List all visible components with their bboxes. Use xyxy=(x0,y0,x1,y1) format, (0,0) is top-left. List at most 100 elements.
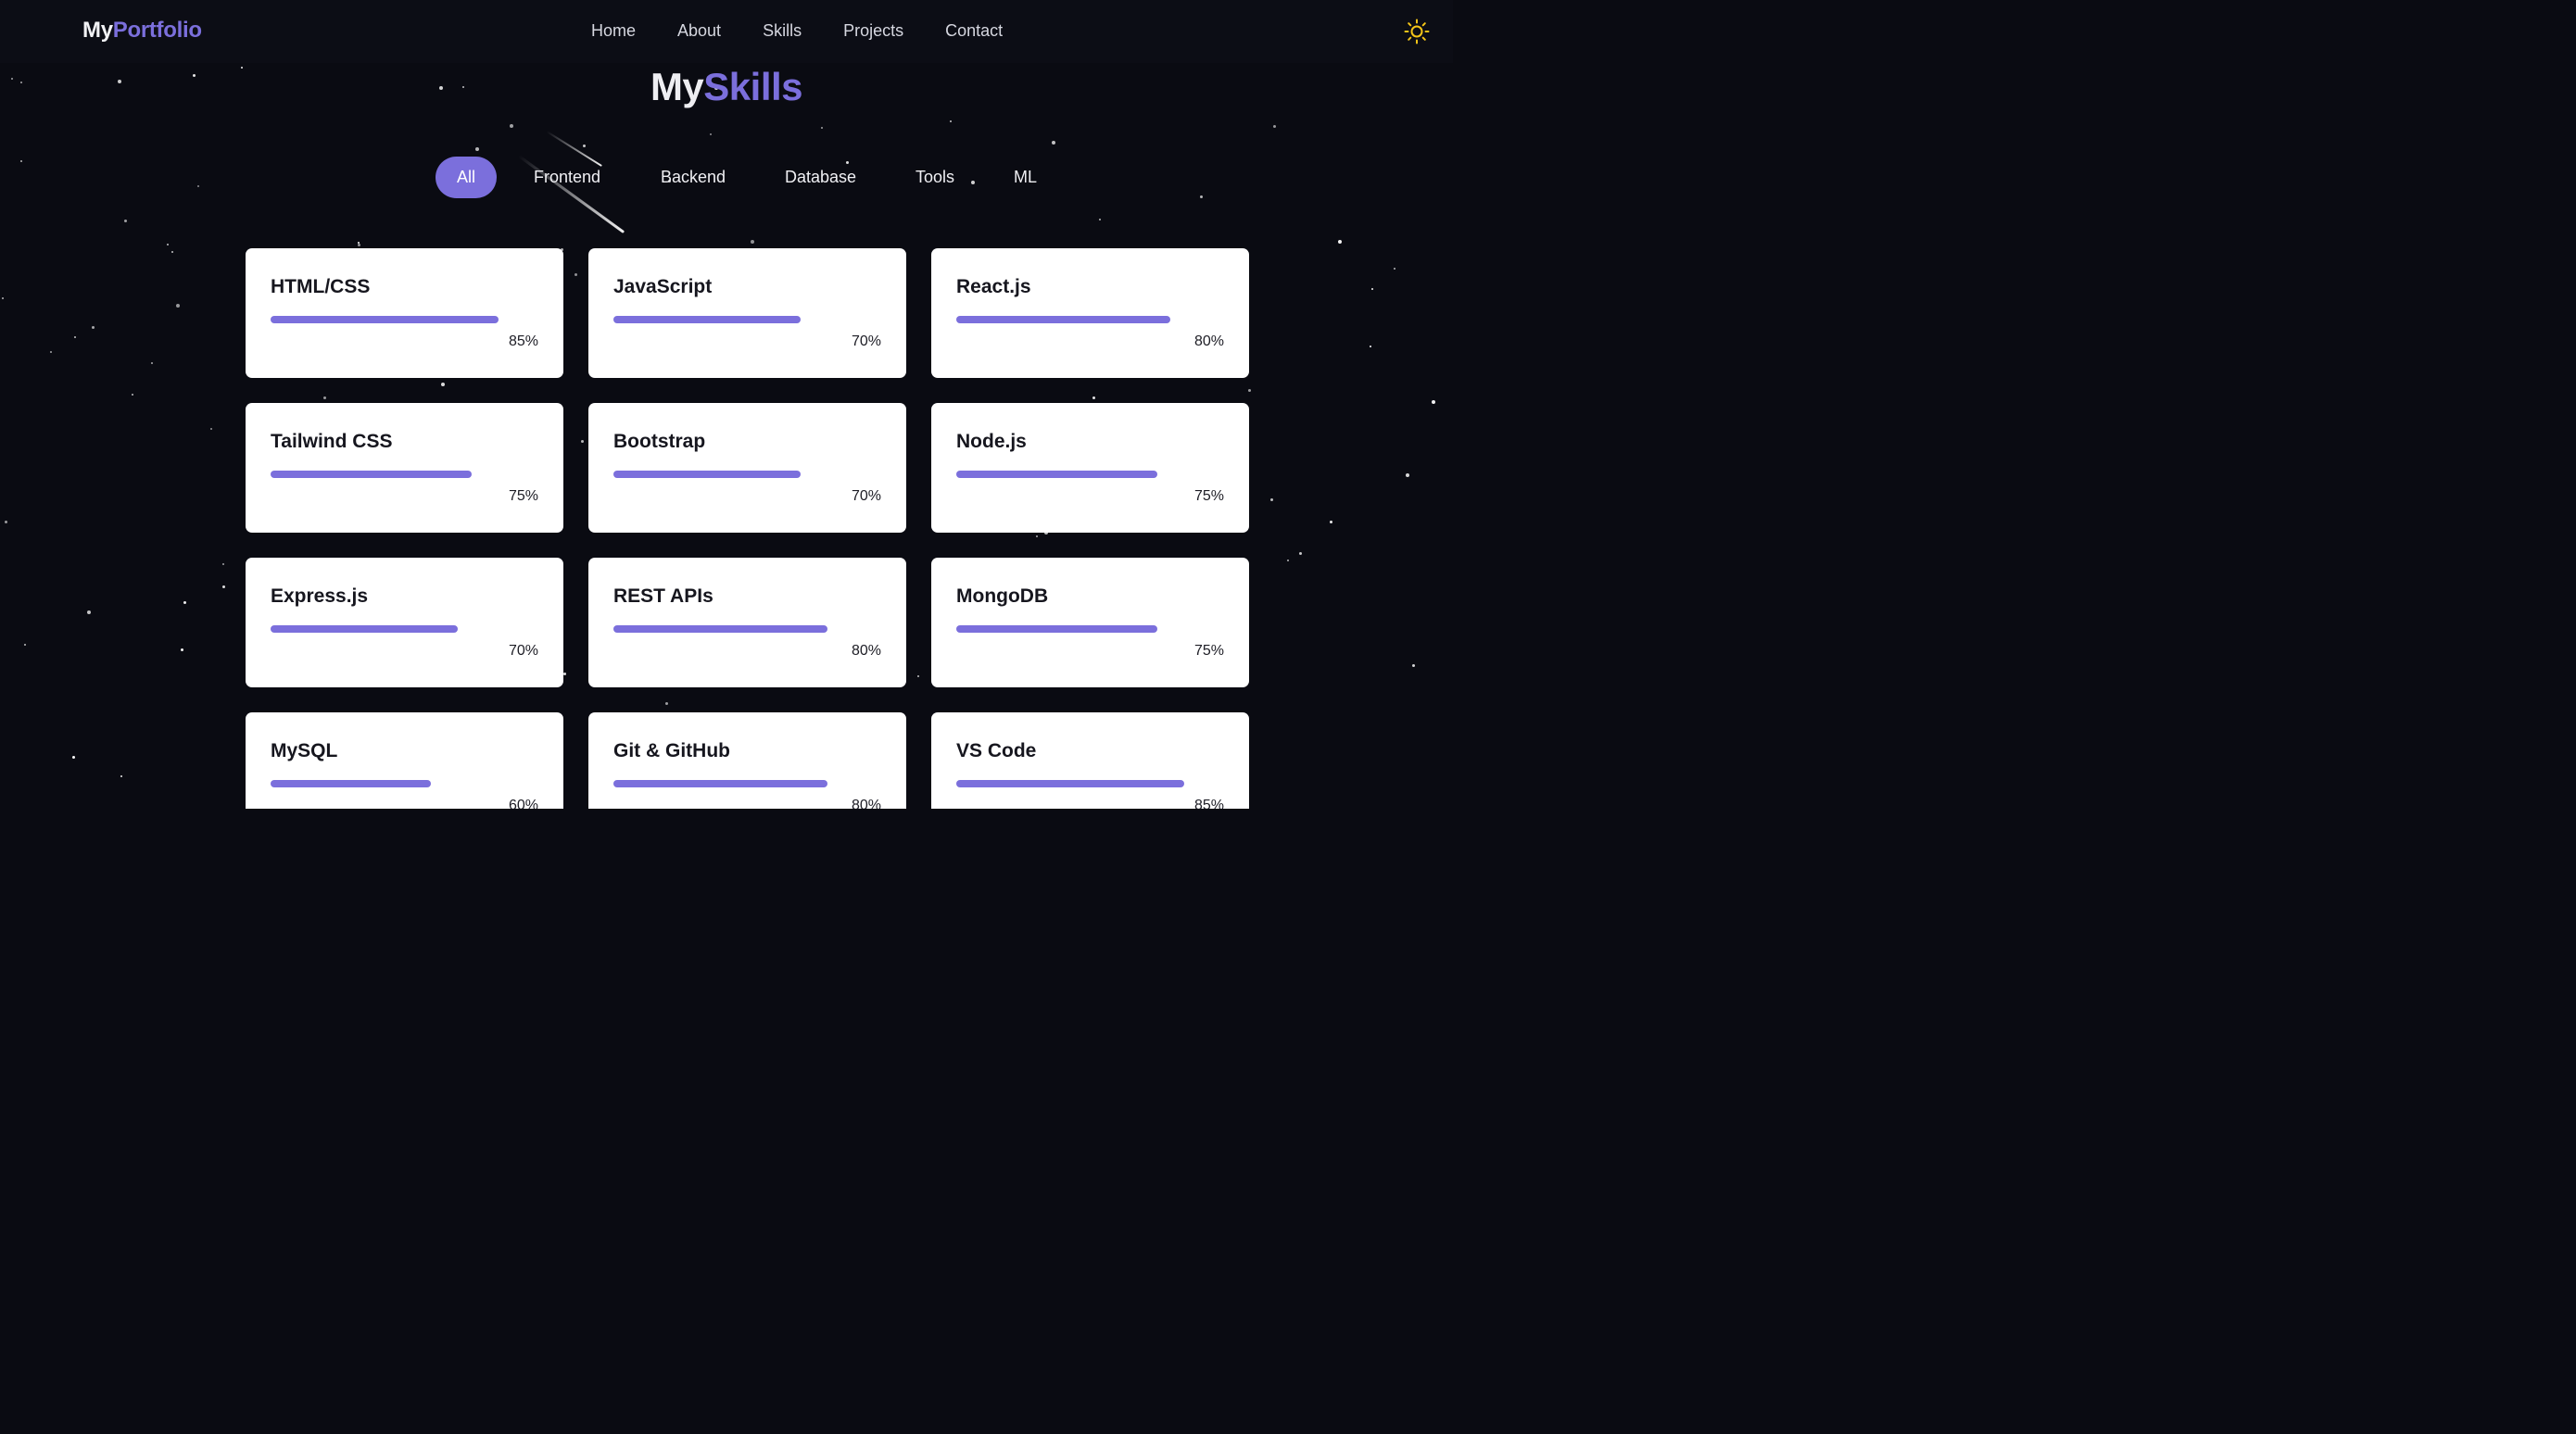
star-dot xyxy=(1371,288,1373,290)
skill-card: MongoDB 75% xyxy=(931,558,1249,687)
logo-text-portfolio: Portfolio xyxy=(112,18,202,43)
star-dot xyxy=(1394,268,1395,270)
star-dot xyxy=(1338,240,1342,244)
skill-progress-track xyxy=(956,471,1224,478)
star-dot xyxy=(475,147,479,151)
skill-name: Bootstrap xyxy=(613,431,706,452)
nav-link-contact[interactable]: Contact xyxy=(945,21,1003,41)
skill-progress-track xyxy=(956,316,1224,323)
skill-percent: 75% xyxy=(1193,643,1224,659)
skill-progress-fill xyxy=(271,471,472,478)
star-dot xyxy=(751,240,754,244)
star-dot xyxy=(222,563,224,565)
star-dot xyxy=(120,775,122,777)
star-dot xyxy=(124,220,127,222)
star-dot xyxy=(1052,141,1055,145)
star-dot xyxy=(1273,125,1276,128)
star-dot xyxy=(821,127,823,129)
star-dot xyxy=(441,383,445,386)
skill-percent: 80% xyxy=(1193,333,1224,349)
star-dot xyxy=(176,304,180,308)
skill-name: Tailwind CSS xyxy=(271,431,393,452)
star-dot xyxy=(1248,389,1251,392)
star-dot xyxy=(87,610,91,614)
skill-card: Bootstrap 70% xyxy=(588,403,906,533)
skill-percent: 70% xyxy=(851,333,881,349)
star-dot xyxy=(563,673,566,675)
filter-database[interactable]: Database xyxy=(785,157,856,198)
star-dot xyxy=(1412,664,1415,667)
star-dot xyxy=(323,396,326,399)
skill-progress-track xyxy=(956,625,1224,633)
star-dot xyxy=(2,297,4,299)
skill-percent: 80% xyxy=(851,643,881,659)
star-dot xyxy=(1200,195,1203,198)
skill-name: HTML/CSS xyxy=(271,276,371,297)
skill-name: MySQL xyxy=(271,740,338,761)
skill-progress-fill xyxy=(613,780,828,787)
star-dot xyxy=(510,124,513,128)
star-dot xyxy=(575,273,577,276)
star-dot xyxy=(24,644,26,646)
nav-link-about[interactable]: About xyxy=(677,21,721,41)
star-dot xyxy=(171,251,173,253)
skill-progress-track xyxy=(613,316,881,323)
skill-card: REST APIs 80% xyxy=(588,558,906,687)
skill-progress-track xyxy=(271,471,538,478)
skill-progress-fill xyxy=(956,316,1171,323)
star-dot xyxy=(358,244,360,246)
skill-card: Node.js 75% xyxy=(931,403,1249,533)
navbar: MyPortfolio Home About Skills Projects C… xyxy=(0,0,1453,63)
star-dot xyxy=(1287,560,1289,561)
star-dot xyxy=(151,362,153,364)
filter-backend[interactable]: Backend xyxy=(661,157,726,198)
sun-icon xyxy=(1404,19,1430,44)
star-dot xyxy=(1099,219,1101,220)
star-dot xyxy=(1270,498,1273,501)
skill-percent: 85% xyxy=(508,333,538,349)
skill-progress-fill xyxy=(956,625,1157,633)
star-dot xyxy=(74,336,76,338)
skill-card: Express.js 70% xyxy=(246,558,563,687)
filter-tools[interactable]: Tools xyxy=(915,157,954,198)
filter-frontend[interactable]: Frontend xyxy=(534,157,600,198)
skill-percent: 70% xyxy=(508,643,538,659)
skill-progress-fill xyxy=(271,780,432,787)
section-title-skills: Skills xyxy=(703,65,803,108)
skill-name: JavaScript xyxy=(613,276,713,297)
skill-progress-fill xyxy=(956,780,1184,787)
skill-name: MongoDB xyxy=(956,585,1049,607)
skill-card: MySQL 60% xyxy=(246,712,563,809)
skill-percent: 75% xyxy=(1193,488,1224,504)
skill-progress-track xyxy=(271,780,538,787)
skill-name: VS Code xyxy=(956,740,1037,761)
star-dot xyxy=(222,585,225,588)
star-dot xyxy=(72,756,75,759)
nav-link-skills[interactable]: Skills xyxy=(763,21,802,41)
skill-progress-fill xyxy=(271,625,459,633)
skill-progress-fill xyxy=(613,625,828,633)
nav-link-home[interactable]: Home xyxy=(591,21,636,41)
star-dot xyxy=(1432,400,1435,404)
star-dot xyxy=(1299,552,1302,555)
site-logo[interactable]: MyPortfolio xyxy=(82,18,202,44)
star-dot xyxy=(950,120,952,122)
theme-toggle-button[interactable] xyxy=(1403,18,1431,45)
star-dot xyxy=(50,351,52,353)
filter-all[interactable]: All xyxy=(436,157,497,198)
star-dot xyxy=(1036,535,1038,537)
star-dot xyxy=(197,185,199,187)
star-dot xyxy=(581,440,584,443)
skill-percent: 85% xyxy=(1193,798,1224,809)
filter-ml[interactable]: ML xyxy=(1014,157,1037,198)
skill-card: React.js 80% xyxy=(931,248,1249,378)
star-dot xyxy=(1330,521,1332,523)
star-dot xyxy=(167,244,169,245)
nav-link-projects[interactable]: Projects xyxy=(843,21,903,41)
skills-page: MyPortfolio Home About Skills Projects C… xyxy=(0,0,1453,809)
skill-name: Git & GitHub xyxy=(613,740,730,761)
star-dot xyxy=(20,160,22,162)
skill-progress-track xyxy=(271,625,538,633)
section-title: MySkills xyxy=(0,65,1453,109)
star-dot xyxy=(583,145,586,147)
